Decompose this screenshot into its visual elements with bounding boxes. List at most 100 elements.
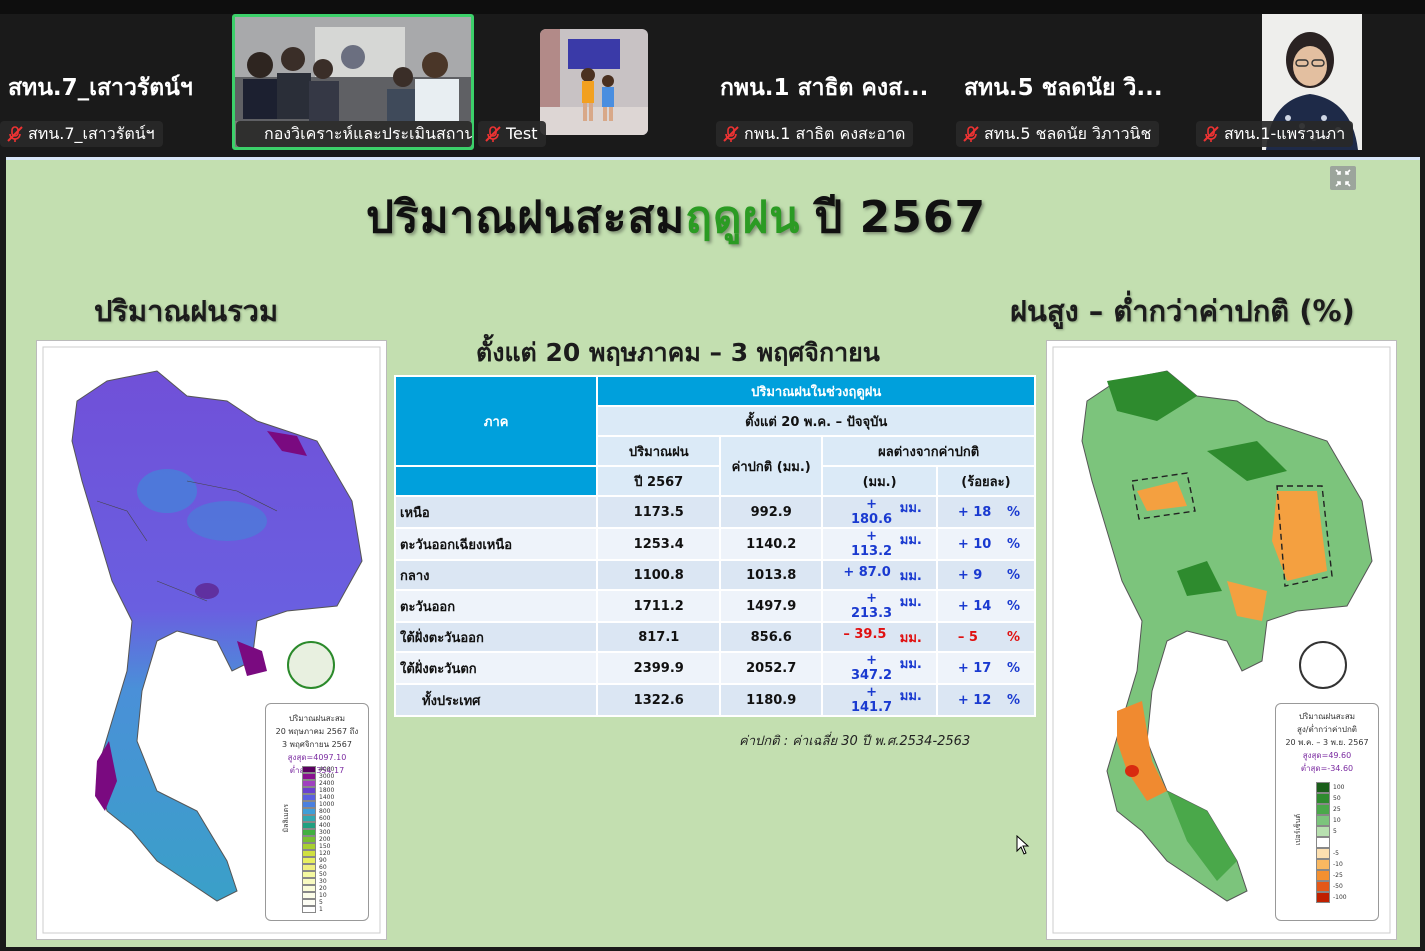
table-row: ตะวันออก 1711.2 1497.9 + 213.3 มม. + 14% [393, 589, 1037, 623]
scale-step: 5 [1316, 826, 1347, 837]
scale-swatch [1316, 870, 1330, 881]
scale-label: 3000 [319, 772, 335, 780]
diff-pct-cell: – 5% [935, 621, 1037, 653]
scale-step: 25 [1316, 804, 1347, 815]
diff-pct-value: + 12 [957, 692, 992, 708]
scale-label: 1000 [319, 800, 335, 808]
diff-mm-cell: – 39.5 มม. [821, 621, 938, 653]
scale-swatch [1316, 793, 1330, 804]
scale-label: 800 [319, 807, 331, 815]
legend-max: สูงสุด=4097.10 [287, 753, 347, 762]
scale-label: 200 [319, 835, 331, 843]
unit-mm: มม. [899, 501, 922, 516]
participant-tile-active[interactable]: กองวิเคราะห์และประเมินสถาน... [232, 14, 474, 150]
scale-label: 1400 [319, 793, 335, 801]
left-map-legend: ปริมาณฝนสะสม 20 พฤษภาคม 2567 ถึง 3 พฤศจิ… [265, 703, 369, 921]
title-part-2: ปี 2567 [814, 192, 987, 243]
normal-cell: 1180.9 [719, 683, 824, 717]
rain-cell: 1322.6 [596, 683, 722, 717]
scale-step: 1 [302, 906, 334, 913]
scale-swatch [302, 836, 316, 843]
participant-label: กพน.1 สาธิต คงสะอาด [716, 121, 914, 147]
table-body: เหนือ 1173.5 992.9 + 180.6 มม. + 18% ตะวันออกเ… [393, 495, 1037, 717]
scale-step: 2400 [302, 780, 334, 787]
scale-swatch [302, 878, 316, 885]
scale-label: 120 [319, 849, 331, 857]
legend-unit: มิลลิเมตร [282, 804, 290, 833]
participant-name: กพน.1 สาธิต คงสะอาด [744, 124, 906, 143]
unit-mm: มม. [899, 689, 922, 704]
scale-step [1316, 837, 1347, 848]
scale-step: 120 [302, 850, 334, 857]
scale-label: -25 [1333, 871, 1343, 879]
unit-mm: มม. [899, 533, 922, 548]
diff-mm-cell: + 213.3 มม. [821, 589, 938, 623]
diff-pct-value: + 14 [957, 598, 992, 614]
scale-label: 25 [1333, 805, 1341, 813]
diff-pct-cell: + 14% [935, 589, 1037, 623]
scale-step: 60 [302, 864, 334, 871]
unit-mm: มม. [899, 630, 922, 646]
participant-tile[interactable]: กพน.1 สาธิต คงส... กพน.1 สาธิต คงสะอาด [712, 14, 952, 150]
participant-tile[interactable]: Test [478, 14, 708, 150]
left-color-scale: 4000 3000 2400 1800 1400 1000 800 600 400 300 200 1… [302, 766, 334, 913]
scale-step: 4000 [302, 766, 334, 773]
header-pct: (ร้อยละ) [935, 465, 1037, 497]
scale-step: -25 [1316, 870, 1347, 881]
rainfall-table: ภาค ปริมาณฝนในช่วงฤดูฝน ตั้งแต่ 20 พ.ค. … [393, 375, 1037, 717]
diff-mm-value: + 141.7 [850, 685, 893, 715]
scale-step: 1000 [302, 801, 334, 808]
region-cell: ใต้ฝั่งตะวันออก [393, 621, 599, 653]
scale-swatch [302, 857, 316, 864]
legend-title: ปริมาณฝนสะสม [288, 714, 346, 723]
region-cell: ตะวันออก [393, 589, 599, 623]
scale-swatch [1316, 804, 1330, 815]
header-year: ปี 2567 [596, 465, 722, 497]
scale-step: 600 [302, 815, 334, 822]
scale-step: -100 [1316, 892, 1347, 903]
diff-pct-value: + 9 [957, 567, 983, 583]
legend-title: ปริมาณฝนสะสม [1298, 712, 1356, 721]
legend-line: 3 พฤศจิกายน 2567 [282, 740, 352, 749]
scale-step: 30 [302, 878, 334, 885]
scale-swatch [302, 871, 316, 878]
participant-name: กองวิเคราะห์และประเมินสถาน... [264, 124, 472, 143]
diff-mm-cell: + 113.2 มม. [821, 527, 938, 561]
slide-title: ปริมาณฝนสะสมฤดูฝน ปี 2567 [366, 182, 986, 252]
scale-swatch [1316, 881, 1330, 892]
left-map-heading: ปริมาณฝนรวม [94, 294, 279, 328]
scale-label: 4000 [319, 765, 335, 773]
diff-pct-cell: + 18% [935, 495, 1037, 529]
participant-tile[interactable]: สทน.1-แพรวนภา [1196, 14, 1425, 150]
diff-mm-cell: + 141.7 มม. [821, 683, 938, 717]
participant-label: Test [478, 121, 546, 147]
exit-fullscreen-button[interactable] [1330, 166, 1356, 190]
scale-label: -10 [1333, 860, 1343, 868]
scale-label: 5 [1333, 827, 1337, 835]
scale-label: 90 [319, 856, 327, 864]
diff-mm-value: – 39.5 [843, 626, 887, 642]
scale-swatch [1316, 859, 1330, 870]
scale-label: 600 [319, 814, 331, 822]
participant-tile[interactable]: สทน.7_เสาวรัตน์ฯ สทน.7_เสาวรัตน์ฯ [0, 14, 226, 150]
scale-step: 100 [1316, 782, 1347, 793]
scale-swatch [302, 864, 316, 871]
scale-step: 1400 [302, 794, 334, 801]
scale-label: 1800 [319, 786, 335, 794]
unit-mm: มม. [899, 568, 922, 584]
diff-mm-value: + 87.0 [843, 564, 891, 580]
scale-label: -5 [1333, 849, 1339, 857]
diff-mm-value: + 180.6 [850, 497, 893, 527]
normal-cell: 856.6 [719, 621, 824, 653]
scale-label: 60 [319, 863, 327, 871]
participant-display-name: สทน.7_เสาวรัตน์ฯ [8, 75, 193, 101]
scale-step: 90 [302, 857, 334, 864]
scale-label: 2400 [319, 779, 335, 787]
normal-cell: 992.9 [719, 495, 824, 529]
participant-tile[interactable]: สทน.5 ชลดนัย วิ... สทน.5 ชลดนัย วิภาวนิช [956, 14, 1192, 150]
anomaly-map: ปริมาณฝนสะสม สูง/ต่ำกว่าค่าปกติ 20 พ.ค. … [1046, 340, 1397, 940]
scale-swatch [302, 822, 316, 829]
scale-label: 1 [319, 905, 323, 913]
participant-name: สทน.1-แพรวนภา [1224, 124, 1346, 143]
normal-cell: 1140.2 [719, 527, 824, 561]
